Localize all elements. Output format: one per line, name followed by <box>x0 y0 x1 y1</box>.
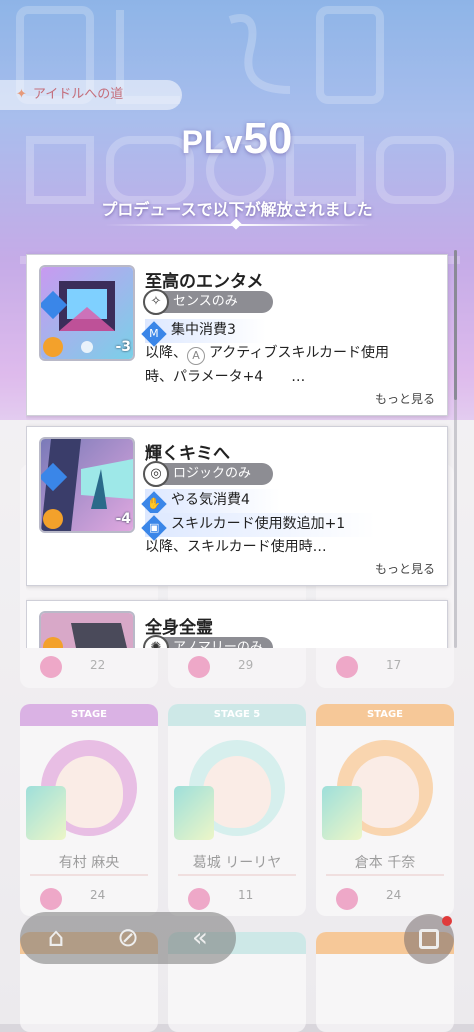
plan-only-badge: ◎ ロジックのみ <box>143 461 273 487</box>
producer-level-title: PLv50 <box>181 114 293 163</box>
star-icon: ✦ <box>16 87 27 102</box>
logic-icon: ◎ <box>143 461 169 487</box>
skill-description: 以降、スキルカード使用時… <box>145 539 327 555</box>
skill-card[interactable]: -4 輝くキミへ ◎ ロジックのみ ✋ やる気消費4 ▣ スキルカード使用数追加+1 … <box>26 426 448 586</box>
skill-effect: M 集中消費3 <box>141 319 266 347</box>
sense-icon: ✧ <box>143 289 169 315</box>
anomaly-icon: ✺ <box>143 635 169 648</box>
unlocked-card-list[interactable]: -3 至高のエンタメ ✧ センスのみ M 集中消費3 以降、 A アクティブスキルカード… <box>26 250 454 648</box>
home-icon[interactable]: ⌂ <box>36 918 76 958</box>
skill-name: 至高のエンタメ <box>145 272 264 292</box>
more-button[interactable]: もっと見る <box>375 560 435 577</box>
scrollbar-thumb[interactable] <box>454 250 457 400</box>
menu-button[interactable] <box>404 914 454 964</box>
unlock-message: プロデュースで以下が解放されました <box>101 200 373 219</box>
skill-description: 以降、 A アクティブスキルカード使用 時、パラメータ+4 … <box>145 345 390 385</box>
plan-only-badge: ✺ アノマリーのみ <box>143 635 273 648</box>
skill-card-art: -3 <box>39 265 135 361</box>
skill-effect: ▣ スキルカード使用数追加+1 <box>141 513 376 541</box>
road-to-idol-chip: ✦ アイドルへの道 <box>0 80 182 110</box>
plan-only-badge: ✧ センスのみ <box>143 289 273 315</box>
more-button[interactable]: もっと見る <box>375 390 435 407</box>
bottom-nav: ⌂ ⊘ « <box>20 912 236 964</box>
skill-card[interactable]: -3 至高のエンタメ ✧ センスのみ M 集中消費3 以降、 A アクティブスキルカード… <box>26 254 448 416</box>
skill-effect: ✋ やる気消費4 <box>141 489 280 517</box>
skill-card[interactable]: 全身全霊 ✺ アノマリーのみ <box>26 600 448 648</box>
menu-icon <box>419 929 439 949</box>
active-card-icon: A <box>187 347 205 365</box>
skill-card-art: -4 <box>39 437 135 533</box>
gacha-icon[interactable]: ⊘ <box>108 918 148 958</box>
skill-card-art <box>39 611 135 648</box>
notification-dot <box>442 916 452 926</box>
back-icon[interactable]: « <box>180 918 220 958</box>
